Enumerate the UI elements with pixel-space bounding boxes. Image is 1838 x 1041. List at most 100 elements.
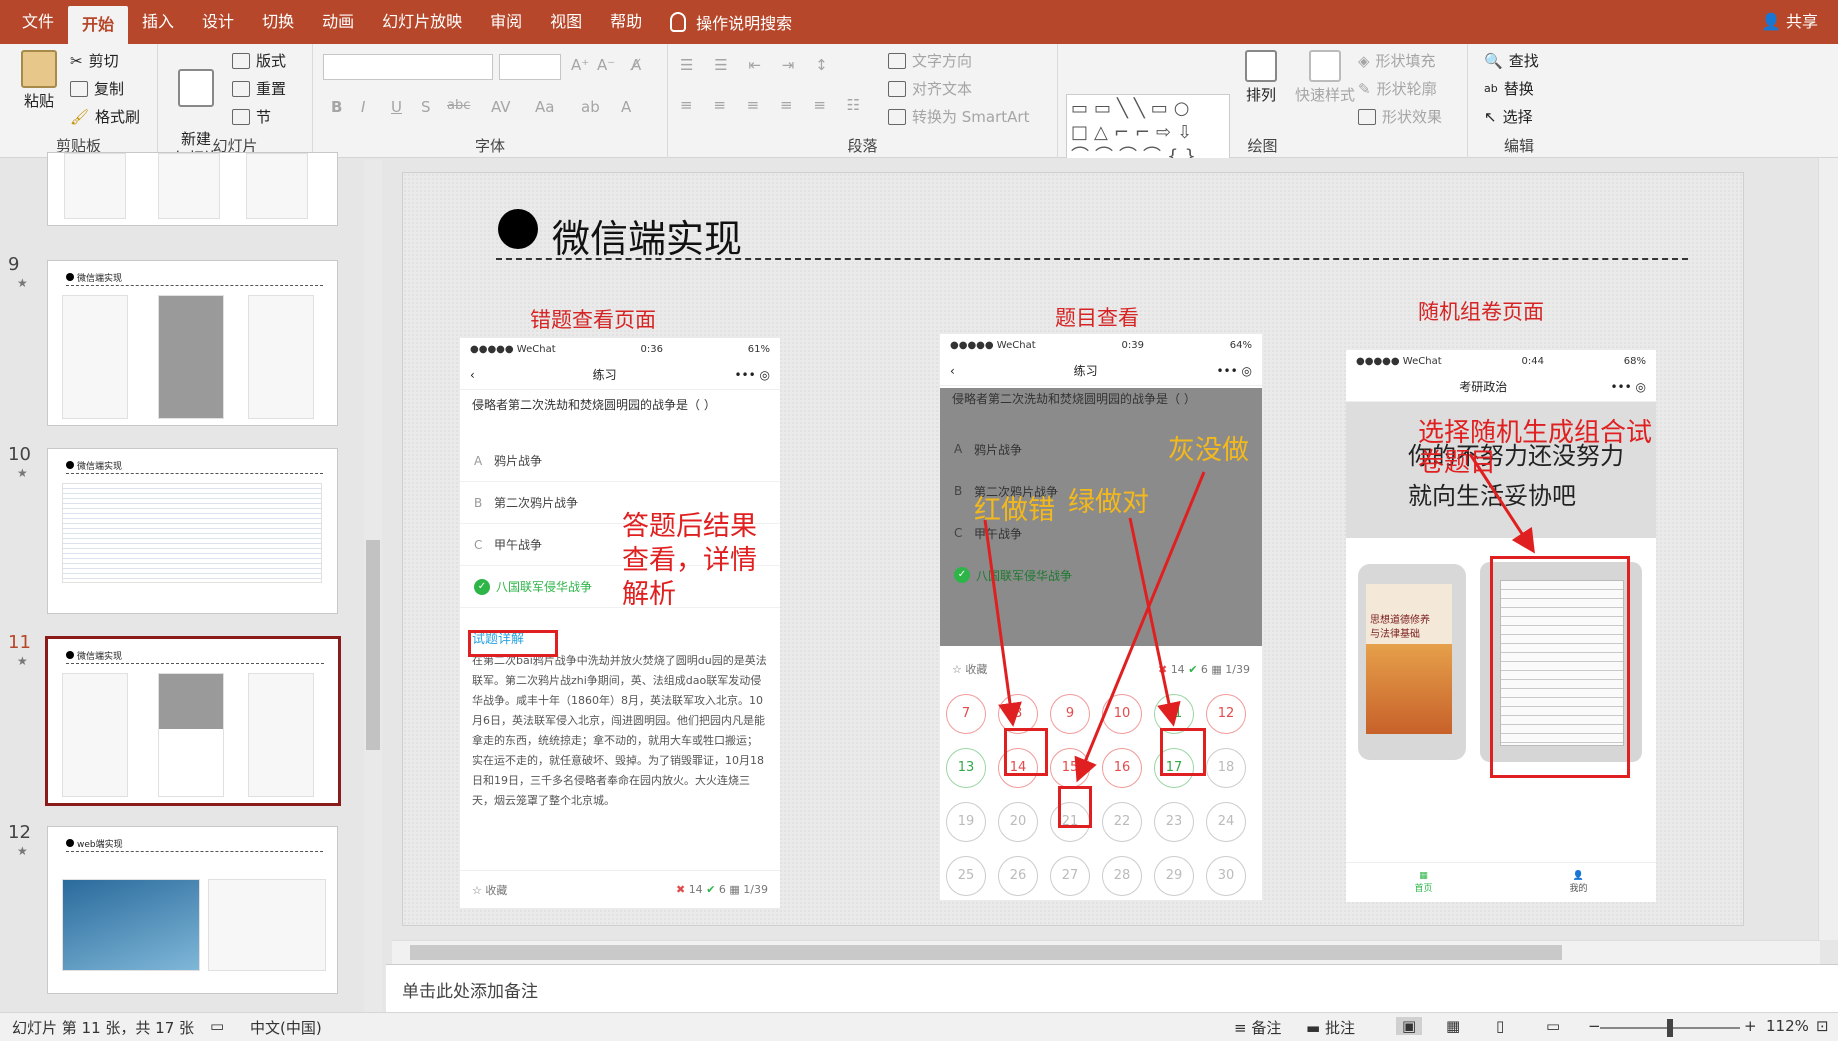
shadow-button[interactable]: S	[421, 98, 431, 116]
slide-title[interactable]: 微信端实现	[552, 208, 742, 263]
shape-effects-button[interactable]: 形状效果	[1358, 106, 1442, 127]
book-card[interactable]: 思想道德修养 与法律基础	[1358, 564, 1466, 760]
font-size-combo[interactable]	[499, 54, 561, 80]
shape-outline-button[interactable]: ✎ 形状轮廓	[1358, 78, 1437, 99]
tab-home[interactable]: 开始	[68, 6, 129, 44]
reading-view-icon[interactable]: ▯	[1496, 1017, 1504, 1035]
accessibility-icon[interactable]: ▭	[210, 1017, 224, 1035]
list-buttons[interactable]: ☰ ☰ ⇤ ⇥ ↕	[680, 56, 836, 74]
layout-button[interactable]: 版式	[232, 50, 286, 71]
annotation-red-wrong[interactable]: 红做错	[974, 494, 1055, 528]
question-number-circle[interactable]: 12	[1206, 694, 1246, 734]
language-indicator[interactable]: 中文(中国)	[250, 1017, 322, 1038]
zoom-slider-handle[interactable]	[1667, 1019, 1673, 1037]
cut-button[interactable]: ✂ 剪切	[70, 50, 119, 71]
tab-slideshow[interactable]: 幻灯片放映	[368, 0, 476, 44]
tab-design[interactable]: 设计	[188, 0, 248, 44]
question-number-circle[interactable]: 7	[946, 694, 986, 734]
thumbnail-slide-11-selected[interactable]: 微信端实现	[45, 636, 341, 806]
question-number-circle[interactable]: 23	[1154, 802, 1194, 842]
section-button[interactable]: 节	[232, 106, 271, 127]
thumbnail-scroll-thumb[interactable]	[366, 540, 380, 750]
annotation-green-right[interactable]: 绿做对	[1068, 486, 1149, 520]
thumbnail-slide-9[interactable]: 微信端实现	[47, 260, 338, 426]
annotation-random-paper[interactable]: 选择随机生成组合试 卷题目	[1418, 418, 1652, 478]
slide-vertical-scrollbar[interactable]	[1818, 158, 1838, 940]
tell-me-search[interactable]: 操作说明搜索	[670, 10, 792, 34]
reset-button[interactable]: 重置	[232, 78, 286, 99]
format-painter-button[interactable]: 🖌 格式刷	[70, 106, 140, 127]
annotation-result-view[interactable]: 答题后结果 查看，详情 解析	[622, 510, 757, 612]
horizontal-scroll-thumb[interactable]	[410, 945, 1562, 960]
tab-review[interactable]: 审阅	[476, 0, 536, 44]
quick-styles-button[interactable]: 快速样式	[1290, 50, 1360, 105]
phone-screenshot-question-view[interactable]: ●●●●● WeChat 0:39 64% ‹ 练习 ••• ◎ 侵略者第二次洗劫和焚烧…	[940, 334, 1262, 900]
thumbnail-slide-8[interactable]	[47, 152, 338, 226]
horizontal-scrollbar[interactable]	[392, 940, 1820, 964]
normal-view-icon[interactable]: ▣	[1396, 1017, 1423, 1035]
question-number-circle[interactable]: 25	[946, 856, 986, 896]
question-number-circle[interactable]: 15	[1050, 748, 1090, 788]
question-number-circle[interactable]: 26	[998, 856, 1038, 896]
question-number-circle[interactable]: 19	[946, 802, 986, 842]
slide-sorter-icon[interactable]: ▦	[1446, 1017, 1460, 1035]
align-text-button[interactable]: 对齐文本	[888, 78, 972, 99]
zoom-in-button[interactable]: +	[1744, 1017, 1757, 1035]
question-number-circle[interactable]: 20	[998, 802, 1038, 842]
highlight-button[interactable]: ab	[581, 98, 600, 116]
shape-fill-button[interactable]: ◈ 形状填充	[1358, 50, 1436, 71]
tab-me-phone[interactable]: 👤 我的	[1569, 871, 1587, 894]
tab-transitions[interactable]: 切换	[248, 0, 308, 44]
question-number-circle[interactable]: 9	[1050, 694, 1090, 734]
smartart-button[interactable]: 转换为 SmartArt	[888, 106, 1029, 127]
tab-view[interactable]: 视图	[536, 0, 596, 44]
tab-file[interactable]: 文件	[8, 0, 68, 44]
question-number-circle[interactable]: 16	[1102, 748, 1142, 788]
arrange-button[interactable]: 排列	[1236, 50, 1286, 105]
thumbnail-slide-10[interactable]: 微信端实现	[47, 448, 338, 614]
find-button[interactable]: 🔍 查找	[1484, 50, 1539, 71]
question-number-circle[interactable]: 27	[1050, 856, 1090, 896]
paste-button[interactable]: 粘贴	[14, 50, 64, 111]
question-number-circle[interactable]: 18	[1206, 748, 1246, 788]
phone-screenshot-wrong-questions[interactable]: ●●●●● WeChat 0:36 61% ‹ 练习 ••• ◎ 侵略者第二次洗劫和焚烧…	[460, 338, 780, 908]
replace-button[interactable]: ab 替换	[1484, 78, 1534, 99]
comments-toggle[interactable]: ▬ 批注	[1306, 1017, 1355, 1038]
font-shrink-button[interactable]: A⁻	[597, 56, 615, 74]
select-button[interactable]: ↖ 选择	[1484, 106, 1533, 127]
tab-help[interactable]: 帮助	[596, 0, 656, 44]
fit-to-window-icon[interactable]: ⊡	[1816, 1017, 1829, 1035]
question-number-circle[interactable]: 24	[1206, 802, 1246, 842]
bold-button[interactable]: B	[331, 98, 342, 116]
tab-home-phone[interactable]: ▦ 首页	[1414, 871, 1432, 894]
question-number-circle[interactable]: 30	[1206, 856, 1246, 896]
tab-insert[interactable]: 插入	[128, 0, 188, 44]
text-direction-button[interactable]: 文字方向	[888, 50, 972, 71]
tab-animations[interactable]: 动画	[308, 0, 368, 44]
annotation-gray-undone[interactable]: 灰没做	[1168, 434, 1249, 468]
font-grow-button[interactable]: A⁺	[571, 56, 589, 74]
copy-button[interactable]: 复制	[70, 78, 124, 99]
caption-random-paper[interactable]: 随机组卷页面	[1418, 296, 1544, 326]
underline-button[interactable]: U	[391, 98, 402, 116]
clear-format-button[interactable]: A̸	[631, 56, 641, 74]
notes-toggle[interactable]: ≡ 备注	[1234, 1017, 1281, 1038]
notes-pane[interactable]: 单击此处添加备注	[386, 964, 1838, 1012]
caption-question-view[interactable]: 题目查看	[1055, 302, 1139, 332]
zoom-out-button[interactable]: −	[1588, 1017, 1601, 1035]
strikethrough-button[interactable]: abc	[447, 98, 470, 113]
question-number-circle[interactable]: 22	[1102, 802, 1142, 842]
question-number-circle[interactable]: 13	[946, 748, 986, 788]
question-number-circle[interactable]: 28	[1102, 856, 1142, 896]
question-number-circle[interactable]: 10	[1102, 694, 1142, 734]
align-buttons[interactable]: ≡ ≡ ≡ ≡ ≡ ☷	[680, 96, 868, 114]
zoom-level[interactable]: 112%	[1766, 1017, 1809, 1035]
slideshow-icon[interactable]: ▭	[1546, 1017, 1560, 1035]
question-number-circle[interactable]: 29	[1154, 856, 1194, 896]
change-case-button[interactable]: Aa	[535, 98, 554, 116]
font-color-button[interactable]: A	[621, 98, 631, 116]
caption-wrong-questions[interactable]: 错题查看页面	[530, 304, 656, 334]
share-button[interactable]: 👤 共享	[1761, 0, 1818, 44]
font-name-combo[interactable]	[323, 54, 493, 80]
char-spacing-button[interactable]: AV	[491, 98, 511, 116]
